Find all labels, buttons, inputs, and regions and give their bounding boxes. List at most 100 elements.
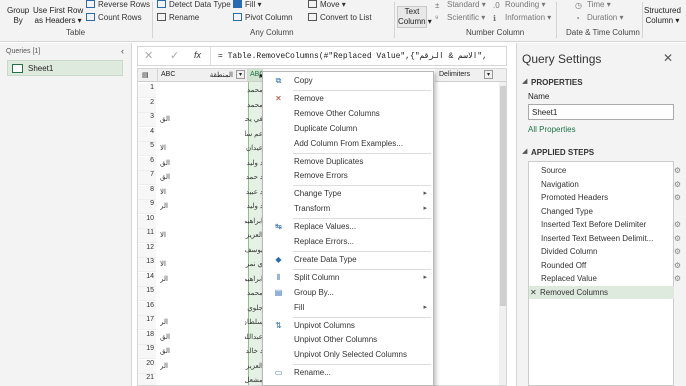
structured-column-button[interactable]: Structured Column ▾: [644, 6, 681, 26]
rounding-button[interactable]: .0 Rounding ▾: [493, 0, 546, 10]
cell-name[interactable]: يوسف: [245, 246, 263, 254]
step-settings-gear-icon[interactable]: ⚙: [674, 245, 681, 258]
cancel-icon[interactable]: ✕: [144, 49, 153, 62]
duration-button[interactable]: ◔ Duration ▾: [575, 13, 624, 23]
collapse-properties-icon[interactable]: ◢: [522, 77, 530, 85]
cell-name[interactable]: سلطان: [245, 318, 263, 326]
menu-item-remove-duplicates[interactable]: Remove Duplicates: [263, 155, 433, 169]
cell-region[interactable]: الا: [160, 231, 166, 239]
group-by-button[interactable]: Group By: [7, 6, 29, 26]
step-settings-gear-icon[interactable]: ⚙: [674, 272, 681, 285]
count-rows-button[interactable]: Count Rows: [86, 13, 142, 22]
cell-name[interactable]: عم سالم: [245, 130, 263, 138]
rename-button[interactable]: Rename: [157, 13, 199, 22]
all-properties-link[interactable]: All Properties: [528, 125, 576, 134]
detect-data-type-button[interactable]: Detect Data Type: [157, 0, 231, 9]
applied-step-item[interactable]: Source ⚙: [530, 164, 686, 177]
cell-name[interactable]: العزيز: [245, 362, 263, 370]
collapse-pane-icon[interactable]: ‹: [121, 46, 124, 56]
confirm-icon[interactable]: ✓: [170, 49, 179, 62]
menu-item-remove[interactable]: ✕ Remove: [263, 92, 433, 106]
step-settings-gear-icon[interactable]: ⚙: [674, 191, 681, 204]
table-corner-icon[interactable]: ▤: [138, 69, 158, 82]
cell-name[interactable]: عيدان: [245, 144, 263, 152]
menu-item-replace-values[interactable]: ↹ Replace Values...: [263, 220, 433, 234]
cell-name[interactable]: ابراهيم: [245, 275, 263, 283]
move-button[interactable]: Move ▾: [308, 0, 346, 9]
applied-step-item[interactable]: ✕ Removed Columns: [529, 285, 674, 299]
scientific-button[interactable]: ⁹ Scientific ▾: [435, 13, 485, 23]
cell-region[interactable]: الر: [160, 202, 168, 210]
formula-text[interactable]: = Table.RemoveColumns(#"Replaced Value",…: [218, 51, 487, 61]
pivot-column-button[interactable]: Pivot Column: [233, 13, 293, 22]
fx-icon[interactable]: fx: [194, 50, 201, 60]
menu-item-rename[interactable]: ▭ Rename...: [263, 366, 433, 380]
menu-item-remove-other-columns[interactable]: Remove Other Columns: [263, 107, 433, 121]
cell-name[interactable]: د وليد: [245, 202, 263, 210]
cell-region[interactable]: الق: [160, 347, 170, 355]
close-icon[interactable]: ✕: [663, 51, 673, 65]
menu-item-fill[interactable]: Fill ▸: [263, 301, 433, 315]
cell-region[interactable]: الق: [160, 333, 170, 341]
cell-name[interactable]: د وليد: [245, 159, 263, 167]
step-settings-gear-icon[interactable]: ⚙: [674, 178, 681, 191]
convert-to-list-button[interactable]: Convert to List: [308, 13, 372, 22]
cell-region[interactable]: الا: [160, 260, 166, 268]
delimiters-filter-icon[interactable]: ▾: [484, 70, 493, 79]
menu-item-create-data-type[interactable]: ◆ Create Data Type: [263, 253, 433, 267]
menu-item-transform[interactable]: Transform ▸: [263, 202, 433, 216]
cell-name[interactable]: في يحيى: [245, 115, 263, 123]
scrollbar-thumb[interactable]: [500, 86, 506, 306]
column-header-region[interactable]: ABC المنطقة ▾: [158, 69, 248, 82]
cell-name[interactable]: محمد: [245, 86, 263, 94]
delete-step-icon[interactable]: ✕: [530, 286, 537, 299]
menu-item-unpivot-columns[interactable]: ⇅ Unpivot Columns: [263, 319, 433, 333]
applied-step-item[interactable]: Promoted Headers ⚙: [530, 191, 686, 204]
collapse-steps-icon[interactable]: ◢: [522, 147, 530, 155]
applied-step-item[interactable]: Inserted Text Before Delimiter ⚙: [530, 218, 686, 231]
cell-name[interactable]: ي نمر: [245, 260, 263, 268]
applied-step-item[interactable]: Changed Type: [530, 205, 686, 218]
applied-step-item[interactable]: Replaced Value ⚙: [530, 272, 686, 285]
menu-item-group-by[interactable]: ▤ Group By...: [263, 286, 433, 300]
cell-region[interactable]: الر: [160, 275, 168, 283]
menu-item-change-type[interactable]: Change Type ▸: [263, 187, 433, 201]
cell-name[interactable]: د عبيد: [245, 188, 263, 196]
cell-name[interactable]: عبدالله: [245, 333, 263, 341]
cell-name[interactable]: محمد: [245, 289, 263, 297]
cell-name[interactable]: د حمد: [245, 173, 263, 181]
menu-item-unpivot-only-selected-columns[interactable]: Unpivot Only Selected Columns: [263, 348, 433, 362]
cell-name[interactable]: جلوي: [245, 304, 263, 312]
menu-item-unpivot-other-columns[interactable]: Unpivot Other Columns: [263, 333, 433, 347]
cell-region[interactable]: الق: [160, 115, 170, 123]
cell-name[interactable]: محمد: [245, 101, 263, 109]
step-settings-gear-icon[interactable]: ⚙: [674, 218, 681, 231]
column-filter-icon[interactable]: ▾: [236, 70, 245, 79]
text-column-button[interactable]: Text Column ▾: [397, 6, 432, 28]
cell-region[interactable]: الا: [160, 188, 166, 196]
cell-name[interactable]: د خالد: [245, 347, 263, 355]
applied-step-item[interactable]: Navigation ⚙: [530, 178, 686, 191]
cell-region[interactable]: الر: [160, 362, 168, 370]
menu-item-split-column[interactable]: ⫴ Split Column ▸: [263, 271, 433, 285]
cell-name[interactable]: العزيز: [245, 231, 263, 239]
fill-button[interactable]: Fill ▾: [233, 0, 261, 9]
cell-region[interactable]: الا: [160, 144, 166, 152]
step-settings-gear-icon[interactable]: ⚙: [674, 259, 681, 272]
vertical-scrollbar[interactable]: [499, 82, 506, 385]
step-settings-gear-icon[interactable]: ⚙: [674, 232, 681, 245]
menu-item-remove-errors[interactable]: Remove Errors: [263, 169, 433, 183]
applied-step-item[interactable]: Rounded Off ⚙: [530, 259, 686, 272]
step-settings-gear-icon[interactable]: ⚙: [674, 164, 681, 177]
cell-region[interactable]: الق: [160, 173, 170, 181]
cell-region[interactable]: الق: [160, 159, 170, 167]
menu-item-duplicate-column[interactable]: Duplicate Column: [263, 122, 433, 136]
standard-button[interactable]: ± Standard ▾: [435, 0, 486, 10]
applied-step-item[interactable]: Inserted Text Between Delimit... ⚙: [530, 232, 686, 245]
menu-item-add-column-from-examples[interactable]: Add Column From Examples...: [263, 137, 433, 151]
reverse-rows-button[interactable]: Reverse Rows: [86, 0, 150, 9]
cell-name[interactable]: مشعل: [245, 376, 263, 384]
applied-step-item[interactable]: Divided Column ⚙: [530, 245, 686, 258]
time-button[interactable]: ◷ Time ▾: [575, 0, 611, 10]
use-first-row-button[interactable]: Use First Row as Headers ▾: [33, 6, 83, 26]
